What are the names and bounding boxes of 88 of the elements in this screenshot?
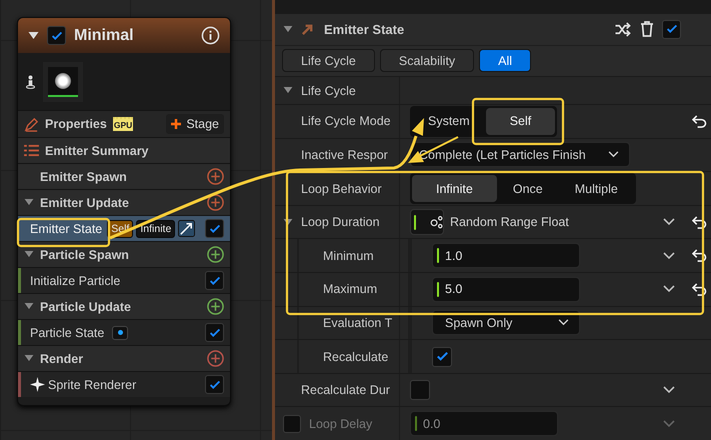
module-checkbox[interactable] — [205, 323, 224, 342]
dropdown[interactable]: Spawn Only — [432, 310, 580, 336]
group-header[interactable]: Render — [18, 345, 230, 371]
collapse-icon[interactable] — [28, 32, 39, 40]
figure-icon — [26, 74, 35, 90]
property-label: Loop Delay — [309, 416, 372, 431]
add-icon[interactable] — [207, 194, 224, 211]
module-label: Sprite Renderer — [48, 378, 136, 392]
gpu-badge: GPU — [112, 117, 134, 131]
function-button[interactable] — [410, 209, 444, 236]
property-label: Loop Duration — [301, 215, 380, 230]
expand-icon[interactable] — [283, 218, 293, 226]
enable-checkbox[interactable] — [662, 20, 681, 39]
chevron-icon[interactable] — [663, 218, 675, 226]
pencil-icon — [24, 116, 39, 132]
add-icon[interactable] — [207, 298, 224, 315]
segment-option[interactable]: Once — [496, 175, 559, 202]
group-header[interactable]: Emitter Update — [18, 189, 230, 215]
shuffle-icon[interactable] — [614, 22, 632, 37]
property-checkbox[interactable] — [432, 346, 452, 366]
group-label: Emitter Spawn — [40, 170, 128, 184]
segment-option[interactable]: Infinite — [412, 175, 497, 202]
chevron-icon — [608, 151, 619, 158]
property-label: Life Cycle Mode — [301, 114, 391, 128]
module-checkbox[interactable] — [205, 219, 224, 238]
chevron-icon[interactable] — [663, 386, 675, 394]
property-label: Evaluation T — [323, 316, 392, 330]
property-label: Maximum — [323, 282, 378, 296]
group-header[interactable]: Emitter Spawn — [18, 163, 230, 189]
property-label: Recalculate Dur — [301, 383, 390, 398]
expand-icon[interactable] — [24, 199, 34, 206]
add-icon[interactable] — [207, 246, 224, 263]
expand-icon[interactable] — [24, 251, 34, 258]
section-label[interactable]: Life Cycle — [301, 84, 356, 98]
reset-icon[interactable] — [692, 282, 706, 296]
module-title: Emitter State — [324, 22, 406, 37]
module-checkbox[interactable] — [205, 375, 224, 394]
property-label: Recalculate — [323, 350, 388, 364]
module-label: Emitter State — [30, 222, 102, 236]
group-label: Particle Update — [40, 300, 132, 314]
filter-tab[interactable]: Life Cycle — [282, 49, 375, 72]
chart-icon — [178, 220, 196, 237]
module-badge: Infinite — [136, 220, 176, 238]
property-label: Minimum — [323, 248, 374, 263]
segment-option[interactable]: System — [412, 108, 486, 135]
chevron-icon[interactable] — [663, 252, 675, 260]
chevron-icon — [558, 319, 569, 326]
group-label: Emitter Update — [40, 196, 130, 210]
chevron-icon[interactable] — [663, 285, 675, 294]
reset-icon[interactable] — [692, 114, 706, 128]
properties-label[interactable]: Properties — [45, 117, 107, 131]
reset-icon[interactable] — [692, 216, 706, 229]
sprite-thumbnail[interactable] — [43, 62, 83, 102]
segment-option[interactable]: Self — [486, 108, 556, 135]
expand-icon[interactable] — [283, 87, 293, 94]
group-label: Render — [40, 352, 84, 366]
expand-icon[interactable] — [24, 355, 34, 362]
group-label: Particle Spawn — [40, 248, 130, 262]
add-stage-button[interactable]: Stage — [166, 114, 224, 134]
filter-tab[interactable]: All — [479, 49, 532, 72]
module-checkbox[interactable] — [205, 271, 224, 290]
list-icon — [24, 144, 39, 157]
expand-icon[interactable] — [24, 303, 34, 310]
delete-icon[interactable] — [640, 21, 654, 38]
module-row[interactable]: Initialize Particle — [18, 267, 230, 293]
module-row[interactable]: Sprite Renderer — [18, 371, 230, 397]
emitter-title: Minimal — [74, 26, 135, 44]
filter-tab[interactable]: Scalability — [380, 49, 474, 72]
info-icon[interactable] — [201, 26, 220, 45]
nodes-icon — [430, 215, 443, 230]
collapse-icon[interactable] — [283, 26, 293, 33]
module-label: Initialize Particle — [30, 274, 120, 288]
number-field[interactable]: 1.0 — [432, 243, 580, 268]
property-label: Inactive Respor — [301, 148, 388, 162]
reset-icon[interactable] — [692, 249, 706, 262]
arrow-icon — [301, 22, 314, 36]
property-label: Loop Behavior — [301, 182, 382, 196]
enable-checkbox[interactable] — [47, 26, 66, 45]
group-header[interactable]: Particle Spawn — [18, 241, 230, 267]
module-label: Particle State — [30, 326, 104, 340]
segment-option[interactable]: Multiple — [558, 175, 634, 202]
number-field[interactable]: 5.0 — [432, 276, 580, 302]
sparkle-icon — [30, 377, 45, 392]
module-row[interactable]: Particle State — [18, 319, 230, 345]
property-checkbox[interactable] — [410, 380, 430, 400]
function-name: Random Range Float — [450, 215, 569, 230]
plus-icon — [171, 119, 182, 129]
group-header[interactable]: Particle Update — [18, 293, 230, 319]
